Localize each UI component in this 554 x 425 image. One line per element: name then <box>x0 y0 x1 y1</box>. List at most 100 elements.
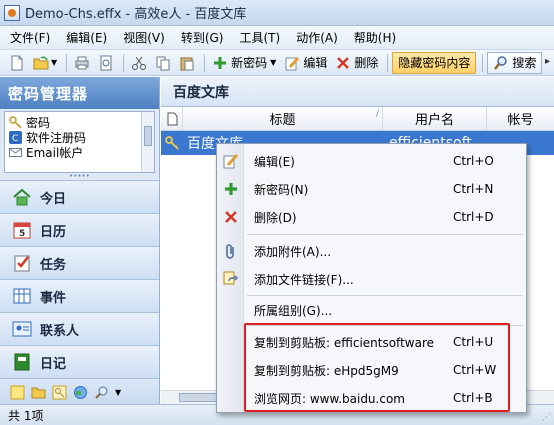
toolbar-overflow-icon[interactable]: ▸ <box>545 56 550 67</box>
column-title[interactable]: 标题 / <box>183 107 383 130</box>
search-shortcut-icon[interactable] <box>94 385 109 400</box>
delete-button[interactable]: 删除 <box>332 52 381 74</box>
svg-text:5: 5 <box>19 229 25 239</box>
main-title: 百度文库 <box>161 77 554 107</box>
nav-more-icon[interactable]: ▼ <box>115 388 121 397</box>
menu-item-group[interactable]: 所属组别(G)... <box>217 297 526 323</box>
note-icon[interactable] <box>10 385 25 400</box>
toolbar-separator <box>66 53 68 72</box>
plus-icon <box>212 55 228 71</box>
tree-scrollbar[interactable] <box>141 112 154 172</box>
new-password-label: 新密码 <box>231 56 268 70</box>
menu-item-delete[interactable]: 删除(D) Ctrl+D <box>217 204 526 230</box>
svg-text:C: C <box>12 134 18 144</box>
nav-diary[interactable]: 日记 <box>0 345 159 378</box>
title-bar: Demo-Chs.effx - 高效e人 - 百度文库 <box>0 0 554 26</box>
sidebar-title: 密码管理器 <box>0 77 159 109</box>
nav-calendar[interactable]: 5 日历 <box>0 213 159 246</box>
key-icon <box>161 131 183 155</box>
menu-item-copy-username[interactable]: 复制到剪贴板: efficientsoftware Ctrl+U <box>217 329 526 355</box>
menu-item-label: 复制到剪贴板: efficientsoftware <box>254 335 435 350</box>
hide-password-button[interactable]: 隐藏密码内容 <box>392 51 477 74</box>
print-preview-icon <box>98 55 114 71</box>
toolbar-separator <box>123 53 125 72</box>
menu-goto[interactable]: 转到(G) <box>179 28 226 47</box>
sidebar-splitter[interactable]: ••••• <box>0 173 159 180</box>
menu-item-shortcut: Ctrl+W <box>453 363 497 377</box>
edit-icon <box>222 153 239 170</box>
column-attachment[interactable] <box>161 107 183 130</box>
tree-item-password[interactable]: 密码 <box>9 115 154 130</box>
cut-button[interactable] <box>128 52 150 74</box>
menu-separator <box>247 234 523 235</box>
nav-label: 日历 <box>40 224 67 240</box>
copy-button[interactable] <box>152 52 174 74</box>
sidebar: 密码管理器 密码 C 软件注册码 Email帐户 ••••• 今日 5 日历 任… <box>0 77 160 406</box>
folder-icon[interactable] <box>31 385 46 400</box>
menu-edit[interactable]: 编辑(E) <box>64 28 109 47</box>
print-button[interactable] <box>71 52 93 74</box>
menu-item-shortcut: Ctrl+O <box>453 154 494 168</box>
password-shortcut-icon[interactable] <box>52 385 67 400</box>
menu-item-new-password[interactable]: 新密码(N) Ctrl+N <box>217 176 526 202</box>
menu-item-label: 复制到剪贴板: eHpd5gM9 <box>254 363 399 378</box>
new-document-button[interactable] <box>6 52 28 74</box>
print-preview-button[interactable] <box>95 52 117 74</box>
column-username[interactable]: 用户名 <box>383 107 487 130</box>
print-icon <box>74 55 90 71</box>
menu-item-add-attachment[interactable]: 添加附件(A)... <box>217 238 526 264</box>
paste-button[interactable] <box>176 52 198 74</box>
nav-label: 联系人 <box>40 323 80 339</box>
nav-tasks[interactable]: 任务 <box>0 246 159 279</box>
menu-file[interactable]: 文件(F) <box>8 28 52 47</box>
copy-icon <box>155 55 171 71</box>
search-icon <box>493 55 509 71</box>
scissors-icon <box>131 55 147 71</box>
menu-item-edit[interactable]: 编辑(E) Ctrl+O <box>217 148 526 174</box>
nav-contacts[interactable]: 联系人 <box>0 312 159 345</box>
open-button[interactable]: ▼ <box>30 52 60 74</box>
resize-grip[interactable]: ⋰ <box>542 413 551 423</box>
search-button[interactable]: 搜索 <box>487 51 543 74</box>
tree-item-serial[interactable]: C 软件注册码 <box>9 130 154 145</box>
menu-tools[interactable]: 工具(T) <box>237 28 282 47</box>
toolbar-separator <box>387 53 389 72</box>
contact-card-icon <box>12 319 32 339</box>
menu-item-add-file-link[interactable]: 添加文件链接(F)... <box>217 266 526 292</box>
menu-help[interactable]: 帮助(H) <box>352 28 398 47</box>
new-document-icon <box>9 55 25 71</box>
menu-item-shortcut: Ctrl+D <box>453 210 494 224</box>
delete-icon <box>222 209 239 226</box>
menu-item-label: 所属组别(G)... <box>254 303 333 318</box>
menu-actions[interactable]: 动作(A) <box>294 28 340 47</box>
event-icon <box>12 286 32 306</box>
category-tree: 密码 C 软件注册码 Email帐户 <box>4 111 155 173</box>
menu-item-copy-password[interactable]: 复制到剪贴板: eHpd5gM9 Ctrl+W <box>217 357 526 383</box>
tree-item-label: Email帐户 <box>26 146 84 160</box>
nav-label: 今日 <box>40 191 67 207</box>
menu-separator <box>247 295 523 296</box>
diary-icon <box>12 352 32 372</box>
nav-today[interactable]: 今日 <box>0 180 159 213</box>
menu-bar: 文件(F) 编辑(E) 视图(V) 转到(G) 工具(T) 动作(A) 帮助(H… <box>0 26 554 50</box>
nav-label: 日记 <box>40 356 67 372</box>
column-account[interactable]: 帐号 <box>487 107 554 130</box>
column-account-label: 帐号 <box>507 113 534 128</box>
menu-view[interactable]: 视图(V) <box>121 28 167 47</box>
menu-item-label: 编辑(E) <box>254 154 295 169</box>
menu-item-browse-web[interactable]: 浏览网页: www.baidu.com Ctrl+B <box>217 385 526 411</box>
menu-item-label: 添加文件链接(F)... <box>254 272 354 287</box>
home-icon <box>12 187 32 207</box>
context-menu: 编辑(E) Ctrl+O 新密码(N) Ctrl+N 删除(D) Ctrl+D … <box>216 143 527 413</box>
calendar-icon: 5 <box>12 220 32 240</box>
globe-icon[interactable] <box>73 385 88 400</box>
file-link-icon <box>222 271 239 288</box>
toolbar: ▼ 新密码 ▼ 编辑 删除 隐藏密码内容 搜索 ▸ <box>0 50 554 76</box>
tree-item-email[interactable]: Email帐户 <box>9 145 154 160</box>
registration-code-icon: C <box>9 131 22 144</box>
delete-label: 删除 <box>354 56 379 70</box>
new-password-button[interactable]: 新密码 ▼ <box>209 52 279 74</box>
edit-button[interactable]: 编辑 <box>281 52 330 74</box>
toolbar-separator <box>204 53 206 72</box>
nav-events[interactable]: 事件 <box>0 279 159 312</box>
